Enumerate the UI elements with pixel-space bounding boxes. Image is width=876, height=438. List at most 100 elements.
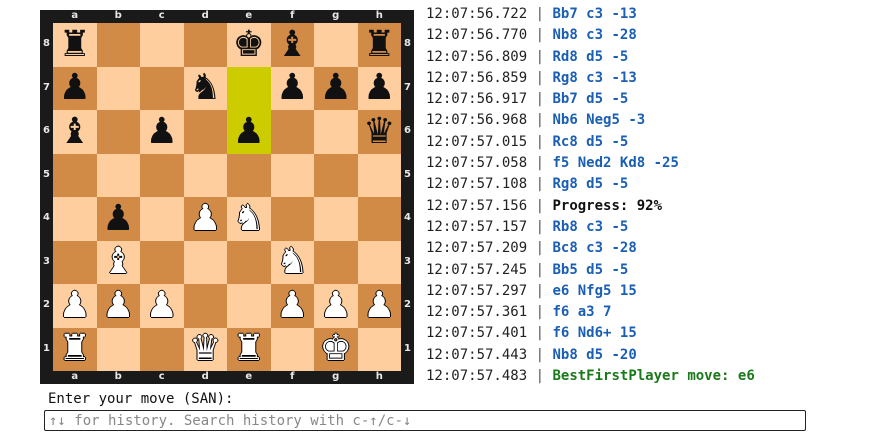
log-message: Rb8 c3 -5 [552, 218, 629, 235]
white-pawn-icon[interactable]: ♟ [271, 284, 315, 328]
move-input[interactable] [44, 410, 806, 431]
square-h4[interactable] [357, 197, 401, 241]
white-rook-icon[interactable]: ♜ [53, 328, 97, 372]
black-pawn-icon[interactable]: ♟ [358, 67, 402, 111]
file-label-b: b [114, 371, 122, 382]
square-b1[interactable] [96, 327, 140, 371]
black-pawn-icon[interactable]: ♟ [97, 197, 141, 241]
log-message: f6 Nd6+ 15 [552, 325, 637, 342]
file-label-a: a [71, 10, 79, 21]
white-pawn-icon[interactable]: ♟ [53, 284, 97, 328]
engine-log: 12:07:56.722 | Bb7 c3 -13 12:07:56.770 | … [426, 4, 866, 387]
white-king-icon[interactable]: ♚ [314, 328, 358, 372]
rank-label-6: 6 [43, 125, 50, 136]
white-pawn-icon[interactable]: ♟ [97, 284, 141, 328]
black-pawn-icon[interactable]: ♟ [271, 67, 315, 111]
square-f6[interactable] [270, 110, 314, 154]
square-e3[interactable] [227, 240, 271, 284]
square-g6[interactable] [314, 110, 358, 154]
square-d8[interactable] [183, 23, 227, 67]
log-message: Nb8 c3 -28 [552, 27, 637, 44]
chess-board[interactable]: ♜ ♚ ♝ ♜ ♟ ♞ ♟ ♟ ♟ ♝ ♟ ♟ ♛ ♟ ♟ ♞ ♝ ♞ ♟ ♟ ♟ ♟ ♟ ♟ ♜ ♛ ♜ ♚ aabbccddeef… [40, 10, 414, 384]
square-c7[interactable] [140, 66, 184, 110]
rank-label-5: 5 [43, 168, 50, 180]
log-line: 12:07:57.361 | f6 a3 7 [426, 302, 866, 323]
log-message: Rc8 d5 -5 [552, 133, 629, 150]
move-prompt-label: Enter your move (SAN): [48, 391, 234, 407]
white-queen-icon[interactable]: ♛ [184, 328, 228, 372]
square-h5[interactable] [357, 153, 401, 197]
square-e7[interactable] [227, 66, 271, 110]
square-b6[interactable] [96, 110, 140, 154]
board-squares[interactable]: ♜ ♚ ♝ ♜ ♟ ♞ ♟ ♟ ♟ ♝ ♟ ♟ ♛ ♟ ♟ ♞ ♝ ♞ ♟ ♟ ♟ ♟ ♟ ♟ ♜ ♛ ♜ ♚ [53, 23, 401, 371]
square-c1[interactable] [140, 327, 184, 371]
log-line: 12:07:56.722 | Bb7 c3 -13 [426, 4, 866, 25]
square-h1[interactable] [357, 327, 401, 371]
square-d3[interactable] [183, 240, 227, 284]
black-bishop-icon[interactable]: ♝ [53, 110, 97, 154]
rank-label-1: 1 [404, 342, 411, 354]
log-line: 12:07:57.483 | BestFirstPlayer move: e6 [426, 366, 866, 387]
square-c5[interactable] [140, 153, 184, 197]
black-rook-icon[interactable]: ♜ [358, 23, 402, 67]
square-a3[interactable] [53, 240, 97, 284]
log-separator: | [535, 282, 545, 299]
rank-label-8: 8 [404, 38, 411, 49]
white-rook-icon[interactable]: ♜ [227, 328, 271, 372]
square-a4[interactable] [53, 197, 97, 241]
black-pawn-icon[interactable]: ♟ [53, 67, 97, 111]
black-queen-icon[interactable]: ♛ [358, 110, 402, 154]
white-knight-icon[interactable]: ♞ [271, 241, 315, 285]
log-timestamp: 12:07:57.209 [426, 240, 528, 257]
white-pawn-icon[interactable]: ♟ [314, 284, 358, 328]
white-bishop-icon[interactable]: ♝ [97, 241, 141, 285]
file-label-h: h [375, 10, 383, 21]
rank-label-8: 8 [43, 38, 50, 49]
black-pawn-icon[interactable]: ♟ [140, 110, 184, 154]
log-line: 12:07:56.770 | Nb8 c3 -28 [426, 25, 866, 46]
file-label-c: c [158, 371, 165, 382]
square-e2[interactable] [227, 284, 271, 328]
black-king-icon[interactable]: ♚ [227, 23, 271, 67]
square-f5[interactable] [270, 153, 314, 197]
white-pawn-icon[interactable]: ♟ [140, 284, 184, 328]
black-knight-icon[interactable]: ♞ [184, 67, 228, 111]
file-label-d: d [201, 371, 209, 382]
log-line: 12:07:56.917 | Bb7 d5 -5 [426, 89, 866, 110]
log-line: 12:07:57.058 | f5 Ned2 Kd8 -25 [426, 153, 866, 174]
square-b8[interactable] [96, 23, 140, 67]
file-label-c: c [158, 10, 165, 21]
log-timestamp: 12:07:56.722 [426, 6, 528, 22]
square-e5[interactable] [227, 153, 271, 197]
black-rook-icon[interactable]: ♜ [53, 23, 97, 67]
log-message: Bc8 c3 -28 [552, 240, 637, 257]
square-d2[interactable] [183, 284, 227, 328]
square-d5[interactable] [183, 153, 227, 197]
square-g4[interactable] [314, 197, 358, 241]
square-b7[interactable] [96, 66, 140, 110]
square-h3[interactable] [357, 240, 401, 284]
log-separator: | [535, 112, 545, 129]
square-d6[interactable] [183, 110, 227, 154]
square-b5[interactable] [96, 153, 140, 197]
log-timestamp: 12:07:57.443 [426, 346, 528, 363]
square-g5[interactable] [314, 153, 358, 197]
white-pawn-icon[interactable]: ♟ [184, 197, 228, 241]
black-pawn-icon[interactable]: ♟ [227, 110, 271, 154]
log-message: Nb8 d5 -20 [552, 346, 637, 363]
black-bishop-icon[interactable]: ♝ [271, 23, 315, 67]
log-timestamp: 12:07:57.108 [426, 176, 528, 193]
log-timestamp: 12:07:57.245 [426, 261, 528, 278]
log-timestamp: 12:07:57.361 [426, 304, 528, 321]
square-c3[interactable] [140, 240, 184, 284]
square-a5[interactable] [53, 153, 97, 197]
square-c4[interactable] [140, 197, 184, 241]
square-f1[interactable] [270, 327, 314, 371]
white-knight-icon[interactable]: ♞ [227, 197, 271, 241]
square-g3[interactable] [314, 240, 358, 284]
white-pawn-icon[interactable]: ♟ [358, 284, 402, 328]
square-g8[interactable] [314, 23, 358, 67]
black-pawn-icon[interactable]: ♟ [314, 67, 358, 111]
square-f4[interactable] [270, 197, 314, 241]
square-c8[interactable] [140, 23, 184, 67]
